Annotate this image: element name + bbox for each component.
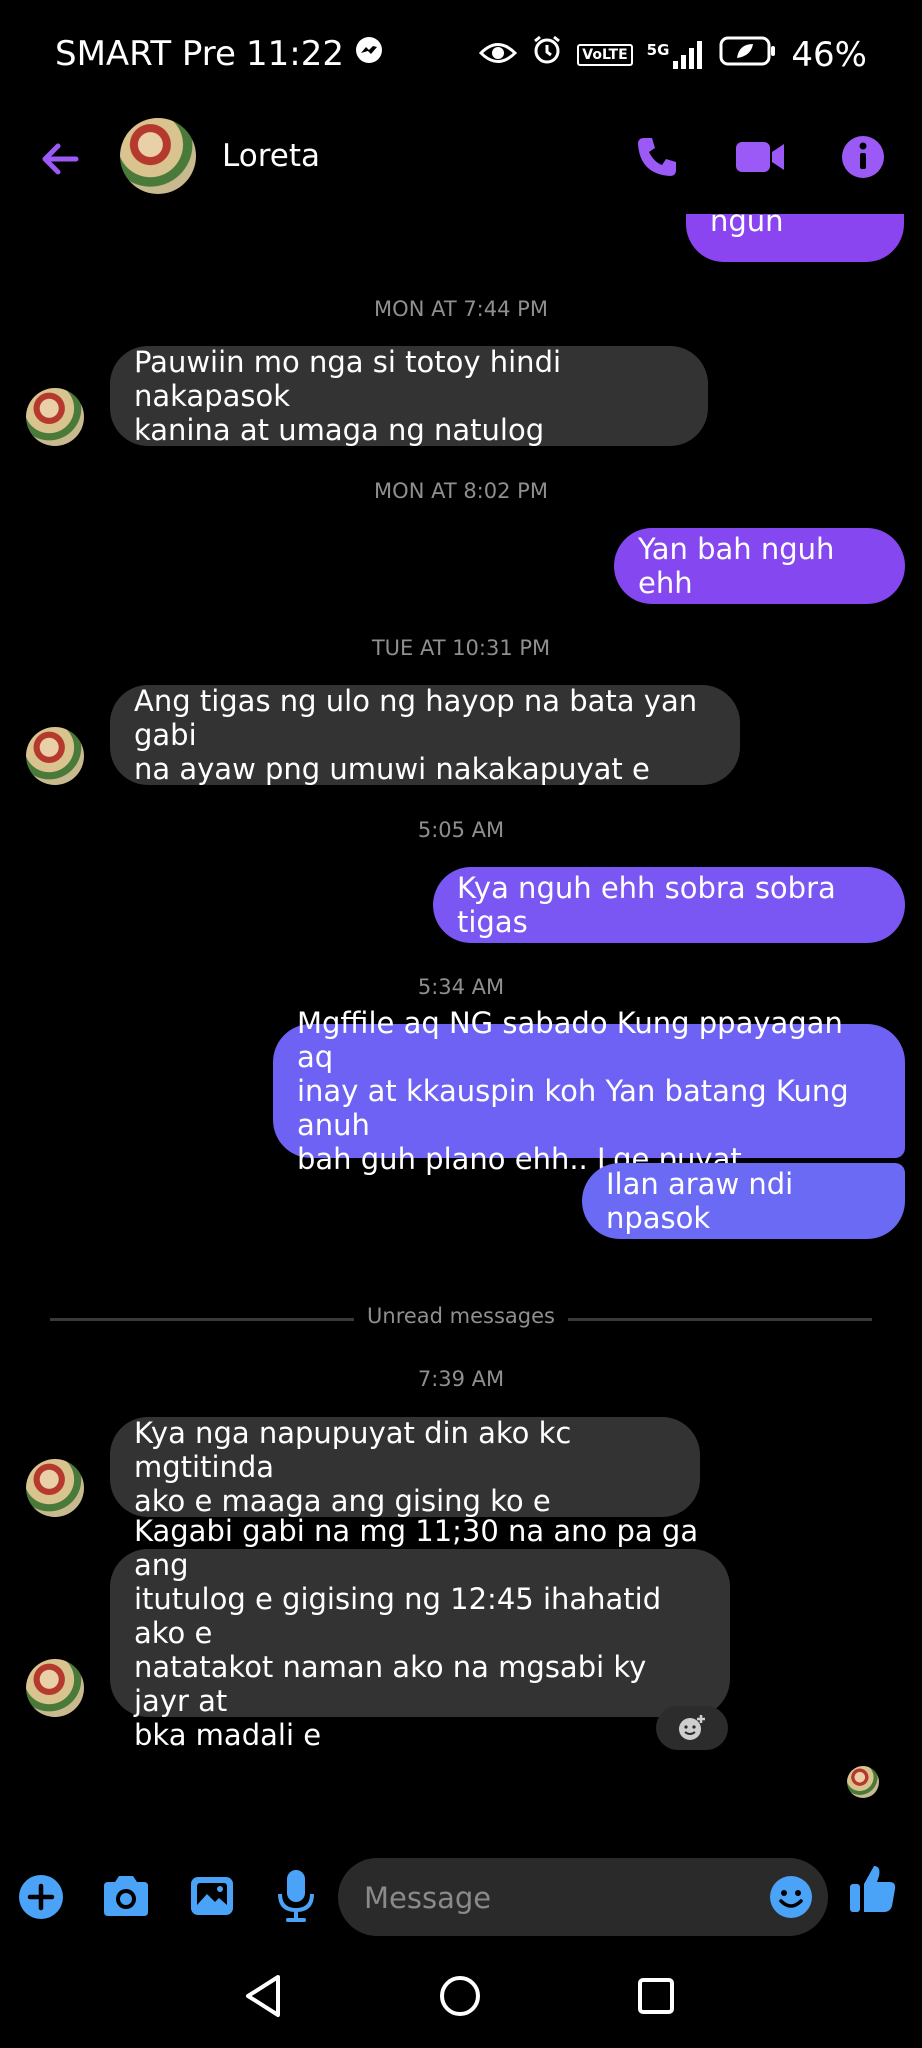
image-icon bbox=[191, 1877, 233, 1915]
video-icon bbox=[736, 142, 784, 172]
carrier-label: SMART Pre bbox=[55, 34, 236, 74]
phone-icon bbox=[638, 138, 676, 176]
arrow-left-icon bbox=[42, 143, 79, 175]
back-button[interactable] bbox=[36, 134, 86, 184]
sender-avatar[interactable] bbox=[26, 388, 84, 446]
battery-percent: 46% bbox=[791, 34, 867, 75]
sender-avatar[interactable] bbox=[26, 1459, 84, 1517]
info-button[interactable] bbox=[840, 134, 886, 180]
timestamp: 5:05 AM bbox=[417, 818, 505, 842]
eye-icon bbox=[479, 35, 518, 75]
message-bubble-outgoing[interactable]: Oh kya ngun bbox=[686, 212, 904, 262]
timestamp: TUE AT 10:31 PM bbox=[371, 636, 551, 660]
clock-label: 11:22 bbox=[245, 34, 344, 74]
call-button[interactable] bbox=[634, 134, 680, 180]
nav-back-button[interactable] bbox=[242, 1973, 284, 2019]
like-button[interactable] bbox=[848, 1862, 898, 1916]
timestamp: 5:34 AM bbox=[417, 975, 505, 999]
seen-receipt-avatar bbox=[847, 1766, 879, 1798]
square-recents-icon bbox=[638, 1978, 674, 2014]
message-text: Kagabi gabi na mg 11;30 na ano pa ga ang bbox=[134, 1514, 699, 1582]
add-button[interactable] bbox=[18, 1874, 64, 1920]
message-bubble-incoming[interactable]: Pauwiin mo nga si totoy hindi nakapasok … bbox=[110, 345, 708, 447]
gallery-button[interactable] bbox=[188, 1872, 236, 1920]
status-bar-left: SMART Pre 11:22 bbox=[55, 34, 384, 74]
message-text: inay at kkauspin koh Yan batang Kung anu… bbox=[297, 1074, 849, 1142]
messenger-notification-icon bbox=[354, 34, 384, 74]
message-text: bka madali e bbox=[134, 1718, 322, 1752]
sender-avatar[interactable] bbox=[26, 1659, 84, 1717]
timestamp: MON AT 8:02 PM bbox=[374, 479, 548, 503]
microphone-button[interactable] bbox=[276, 1868, 316, 1924]
emoji-button[interactable] bbox=[768, 1874, 814, 1920]
plus-icon bbox=[19, 1875, 63, 1919]
nav-home-button[interactable] bbox=[438, 1974, 482, 2018]
volte-badge: VoLTE bbox=[577, 43, 633, 66]
circle-home-icon bbox=[440, 1976, 480, 2016]
message-text: na ayaw png umuwi nakakapuyat e bbox=[134, 752, 650, 786]
message-text: Ang tigas ng ulo ng hayop na bata yan ga… bbox=[134, 684, 698, 752]
message-text: Ilan araw ndi npasok bbox=[606, 1167, 794, 1235]
nav-recents-button[interactable] bbox=[636, 1976, 676, 2016]
timestamp: MON AT 7:44 PM bbox=[374, 297, 548, 321]
message-text: ako e maaga ang gising ko e bbox=[134, 1484, 551, 1518]
message-text: Kya nguh ehh sobra sobra tigas bbox=[457, 871, 836, 939]
message-bubble-outgoing[interactable]: Mgffile aq NG sabado Kung ppayagan aq in… bbox=[273, 1006, 905, 1176]
unread-divider-label: Unread messages bbox=[367, 1304, 555, 1328]
contact-avatar[interactable] bbox=[120, 118, 196, 194]
add-reaction-button[interactable] bbox=[656, 1706, 728, 1750]
message-text: natatakot naman ako na mgsabi ky jayr at bbox=[134, 1650, 647, 1718]
message-bubble-outgoing[interactable]: Yan bah nguh ehh bbox=[614, 528, 905, 604]
message-text: kanina at umaga ng natulog bbox=[134, 413, 545, 447]
message-text: Pauwiin mo nga si totoy hindi nakapasok bbox=[134, 345, 562, 413]
alarm-icon bbox=[531, 34, 563, 75]
message-text: itutulog e gigising ng 12:45 ihahatid ak… bbox=[134, 1582, 662, 1650]
thumbs-up-icon bbox=[850, 1866, 896, 1912]
message-input[interactable] bbox=[362, 1872, 746, 1924]
emoji-icon bbox=[770, 1876, 812, 1918]
message-bubble-outgoing[interactable]: Ilan araw ndi npasok bbox=[582, 1163, 905, 1239]
microphone-icon bbox=[278, 1870, 314, 1922]
message-bubble-incoming[interactable]: Kya nga napupuyat din ako kc mgtitinda a… bbox=[110, 1416, 700, 1518]
signal-icon: 5G bbox=[646, 40, 706, 69]
camera-button[interactable] bbox=[100, 1872, 152, 1922]
message-bubble-incoming[interactable]: Ang tigas ng ulo ng hayop na bata yan ga… bbox=[110, 684, 740, 786]
info-icon bbox=[842, 136, 884, 178]
message-text: Kya nga napupuyat din ako kc mgtitinda bbox=[134, 1416, 572, 1484]
message-text: Oh kya ngun bbox=[710, 212, 784, 238]
camera-icon bbox=[104, 1876, 148, 1916]
message-bubble-outgoing[interactable]: Kya nguh ehh sobra sobra tigas bbox=[433, 867, 905, 943]
triangle-back-icon bbox=[246, 1975, 280, 2017]
unread-divider-left bbox=[50, 1318, 354, 1321]
message-bubble-incoming[interactable]: Kagabi gabi na mg 11;30 na ano pa ga ang… bbox=[110, 1514, 730, 1752]
message-text: Yan bah nguh ehh bbox=[638, 532, 835, 600]
add-reaction-icon bbox=[679, 1715, 705, 1740]
video-call-button[interactable] bbox=[734, 134, 788, 180]
header-backdrop bbox=[0, 196, 922, 214]
message-text: Mgffile aq NG sabado Kung ppayagan aq bbox=[297, 1006, 843, 1074]
battery-icon bbox=[719, 35, 777, 75]
timestamp: 7:39 AM bbox=[417, 1367, 505, 1391]
sender-avatar[interactable] bbox=[26, 727, 84, 785]
network-type-label: 5G bbox=[646, 40, 670, 59]
status-bar-right: VoLTE 5G 46% bbox=[479, 34, 867, 75]
unread-divider-right bbox=[568, 1318, 872, 1321]
contact-name[interactable]: Loreta bbox=[222, 138, 320, 174]
